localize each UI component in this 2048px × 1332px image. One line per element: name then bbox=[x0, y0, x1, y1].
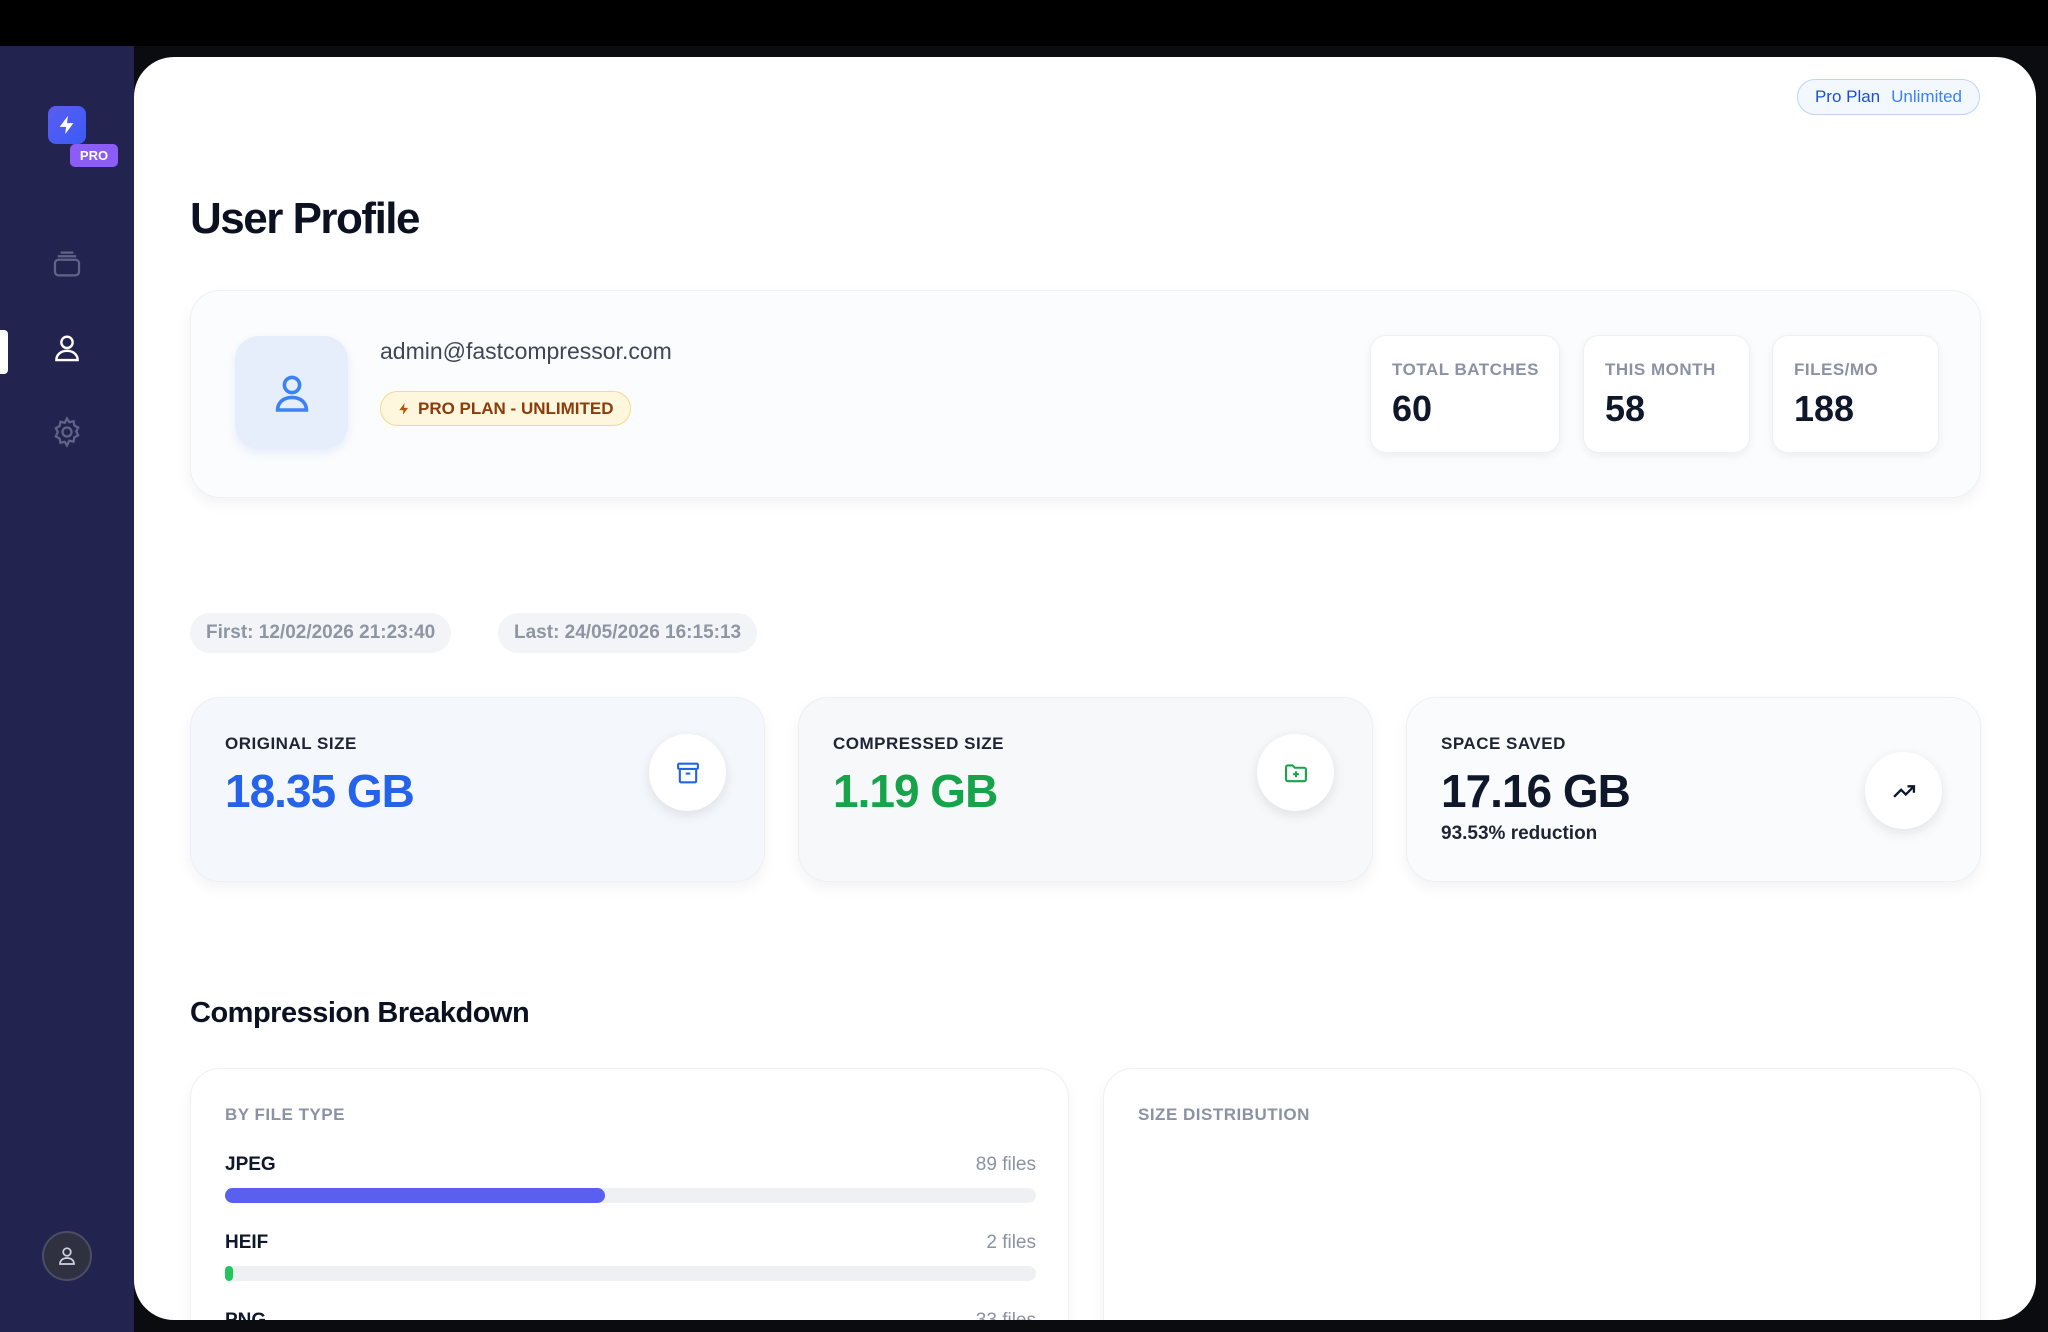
plan-badge: PRO PLAN - UNLIMITED bbox=[380, 391, 631, 426]
file-type-name: PNG bbox=[225, 1310, 266, 1320]
file-type-row: JPEG 89 files bbox=[225, 1154, 1036, 1214]
metric-compressed-size: COMPRESSED SIZE 1.19 GB bbox=[798, 697, 1373, 882]
metric-space-saved: SPACE SAVED 17.16 GB 93.53% reduction bbox=[1406, 697, 1981, 882]
plan-pill[interactable]: Pro Plan Unlimited bbox=[1796, 79, 1980, 115]
file-type-breakdown-card: BY FILE TYPE JPEG 89 files HEIF 2 files … bbox=[190, 1068, 1069, 1320]
section-title: Compression Breakdown bbox=[190, 997, 530, 1029]
card-label: BY FILE TYPE bbox=[225, 1105, 345, 1124]
metric-label: COMPRESSED SIZE bbox=[833, 734, 1004, 753]
lightning-icon bbox=[399, 402, 409, 415]
size-distribution-card: SIZE DISTRIBUTION bbox=[1103, 1068, 1981, 1320]
plan-name: Pro Plan bbox=[1814, 87, 1881, 106]
file-type-count: 33 files bbox=[976, 1310, 1036, 1320]
file-type-row: PNG 33 files bbox=[225, 1310, 1036, 1320]
account-avatar-button[interactable] bbox=[42, 1231, 92, 1281]
folder-plus-icon-badge bbox=[1257, 734, 1334, 811]
card-label: SIZE DISTRIBUTION bbox=[1138, 1105, 1310, 1124]
trending-up-icon bbox=[1892, 784, 1915, 798]
stat-value: 58 bbox=[1605, 388, 1646, 429]
gear-icon bbox=[54, 416, 80, 448]
last-activity-date: Last: 24/05/2026 16:15:13 bbox=[498, 613, 758, 653]
plan-tier: Unlimited bbox=[1891, 87, 1962, 106]
profile-avatar bbox=[235, 336, 348, 449]
plan-badge-label: PRO PLAN - UNLIMITED bbox=[418, 398, 614, 418]
progress-fill bbox=[225, 1188, 605, 1203]
user-icon bbox=[55, 335, 79, 362]
metric-original-size: ORIGINAL SIZE 18.35 GB bbox=[190, 697, 765, 882]
stat-total-batches: TOTAL BATCHES 60 bbox=[1370, 335, 1560, 453]
archive-icon bbox=[676, 762, 699, 783]
metric-value: 1.19 GB bbox=[833, 765, 998, 817]
layers-icon bbox=[53, 251, 81, 277]
sidebar: PRO bbox=[0, 46, 134, 1332]
folder-plus-icon bbox=[1284, 763, 1307, 782]
metric-value: 17.16 GB bbox=[1441, 765, 1631, 817]
metric-value: 18.35 GB bbox=[225, 765, 415, 817]
active-nav-indicator bbox=[0, 330, 8, 374]
main-content: Pro Plan Unlimited User Profile admin@fa… bbox=[134, 57, 2036, 1320]
user-email: admin@fastcompressor.com bbox=[380, 338, 672, 364]
stat-label: TOTAL BATCHES bbox=[1392, 360, 1539, 379]
window-top-bar bbox=[0, 0, 2048, 46]
stat-files-per-month: FILES/MO 188 bbox=[1772, 335, 1939, 453]
user-icon bbox=[275, 375, 308, 412]
progress-track bbox=[225, 1188, 1036, 1203]
pro-badge: PRO bbox=[70, 144, 118, 167]
metric-label: SPACE SAVED bbox=[1441, 734, 1566, 753]
file-type-row: HEIF 2 files bbox=[225, 1232, 1036, 1292]
stat-this-month: THIS MONTH 58 bbox=[1583, 335, 1750, 453]
sidebar-item-batches[interactable] bbox=[47, 244, 87, 284]
stat-label: THIS MONTH bbox=[1605, 360, 1716, 379]
metric-subtext: 93.53% reduction bbox=[1441, 823, 1598, 844]
page-title: User Profile bbox=[190, 194, 420, 243]
metric-label: ORIGINAL SIZE bbox=[225, 734, 357, 753]
first-activity-date: First: 12/02/2026 21:23:40 bbox=[190, 613, 452, 653]
file-type-count: 2 files bbox=[986, 1232, 1036, 1253]
app-logo[interactable] bbox=[48, 106, 86, 144]
file-type-count: 89 files bbox=[975, 1154, 1036, 1175]
progress-fill bbox=[225, 1266, 234, 1281]
sidebar-item-profile[interactable] bbox=[47, 328, 87, 368]
profile-card: admin@fastcompressor.com PRO PLAN - UNLI… bbox=[190, 290, 1981, 498]
stat-label: FILES/MO bbox=[1794, 360, 1879, 379]
progress-track bbox=[225, 1266, 1036, 1281]
lightning-icon bbox=[59, 115, 74, 135]
stat-value: 188 bbox=[1794, 388, 1855, 429]
trending-up-icon-badge bbox=[1865, 752, 1942, 829]
file-type-name: JPEG bbox=[225, 1154, 276, 1175]
archive-icon-badge bbox=[649, 734, 726, 811]
stat-value: 60 bbox=[1392, 388, 1433, 429]
user-icon bbox=[59, 1247, 75, 1265]
file-type-name: HEIF bbox=[225, 1232, 269, 1253]
sidebar-item-settings[interactable] bbox=[47, 412, 87, 452]
